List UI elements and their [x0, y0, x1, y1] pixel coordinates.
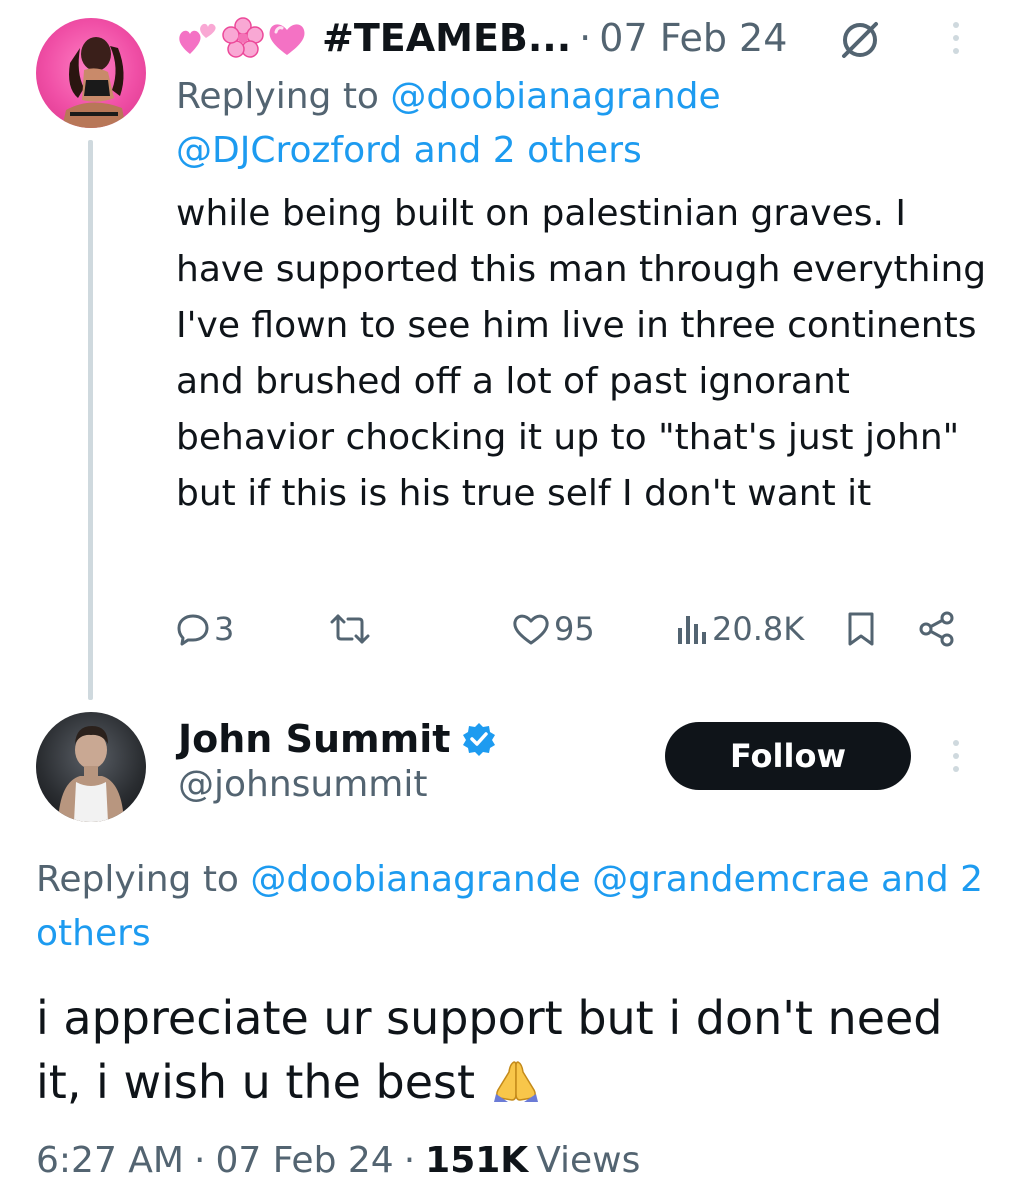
- separator-dot: ·: [579, 16, 592, 60]
- thread-connector-line: [88, 140, 93, 700]
- replying-label: Replying to: [176, 76, 379, 117]
- avatar[interactable]: [36, 18, 146, 128]
- verified-badge-icon: [463, 723, 496, 756]
- separator-dot: ·: [193, 1139, 206, 1181]
- share-icon: [919, 611, 954, 647]
- mention-link[interactable]: @grandemcrae: [592, 859, 869, 900]
- bookmark-icon: [848, 612, 874, 646]
- views-count: 151K: [425, 1139, 529, 1181]
- hearts-emoji: [179, 23, 216, 54]
- reply-count: 3: [214, 610, 235, 648]
- replying-to: Replying to @doobianagrande @grandemcrae…: [36, 852, 1006, 908]
- avatar-figure: [58, 726, 124, 822]
- tweet-meta: 6:27 AM · 07 Feb 24 · 151K Views: [36, 1134, 640, 1186]
- repost-button[interactable]: [330, 604, 374, 654]
- mention-link[interactable]: @DJCrozford: [176, 130, 402, 171]
- display-name[interactable]: John Summit: [178, 717, 450, 761]
- cherry-blossom-emoji: [222, 17, 264, 58]
- tweet-text: i appreciate ur support but i don't need…: [36, 986, 996, 1114]
- views-icon: [678, 616, 706, 644]
- parent-tweet-header: #TEAMEB... · 07 Feb 24: [176, 10, 787, 66]
- display-name[interactable]: #TEAMEB...: [322, 16, 571, 60]
- mention-link[interactable]: @doobianagrande: [390, 76, 720, 117]
- view-count: 20.8K: [712, 610, 805, 648]
- more-icon[interactable]: [950, 22, 962, 54]
- reply-header: John Summit: [178, 712, 496, 766]
- views-label: Views: [536, 1139, 641, 1181]
- tweet-date[interactable]: 07 Feb 24: [599, 16, 787, 60]
- others-link[interactable]: others: [36, 906, 151, 962]
- others-link[interactable]: and 2: [881, 859, 983, 900]
- user-handle[interactable]: @johnsummit: [178, 764, 428, 805]
- like-button[interactable]: 95: [512, 604, 595, 654]
- reply-button[interactable]: 3: [176, 604, 234, 654]
- follow-button[interactable]: Follow: [665, 722, 911, 790]
- replying-to: Replying to @doobianagrande @DJCrozford …: [176, 70, 996, 178]
- sparkling-heart-emoji: [269, 24, 305, 55]
- like-count: 95: [554, 610, 595, 648]
- reply-icon: [177, 614, 209, 646]
- tweet-date[interactable]: 07 Feb 24: [215, 1140, 393, 1181]
- name-emojis: [176, 17, 308, 59]
- like-icon: [513, 614, 549, 645]
- separator-dot: ·: [403, 1139, 416, 1181]
- mention-link[interactable]: @doobianagrande: [250, 859, 580, 900]
- tweet-time[interactable]: 6:27 AM: [36, 1140, 184, 1181]
- avatar-figure: [62, 37, 126, 128]
- folded-hands-emoji: [493, 1061, 538, 1102]
- avatar[interactable]: [36, 712, 146, 822]
- repost-icon: [330, 614, 370, 644]
- grok-icon[interactable]: [838, 18, 882, 62]
- replying-label: Replying to: [36, 859, 239, 900]
- tweet-actions: 3 95 20.8K: [176, 604, 966, 654]
- more-icon[interactable]: [950, 740, 962, 772]
- bookmark-button[interactable]: [846, 604, 876, 654]
- others-link[interactable]: and 2 others: [414, 130, 642, 171]
- views-button[interactable]: 20.8K: [676, 604, 804, 654]
- tweet-text: while being built on palestinian graves.…: [176, 193, 987, 514]
- share-button[interactable]: [918, 604, 956, 654]
